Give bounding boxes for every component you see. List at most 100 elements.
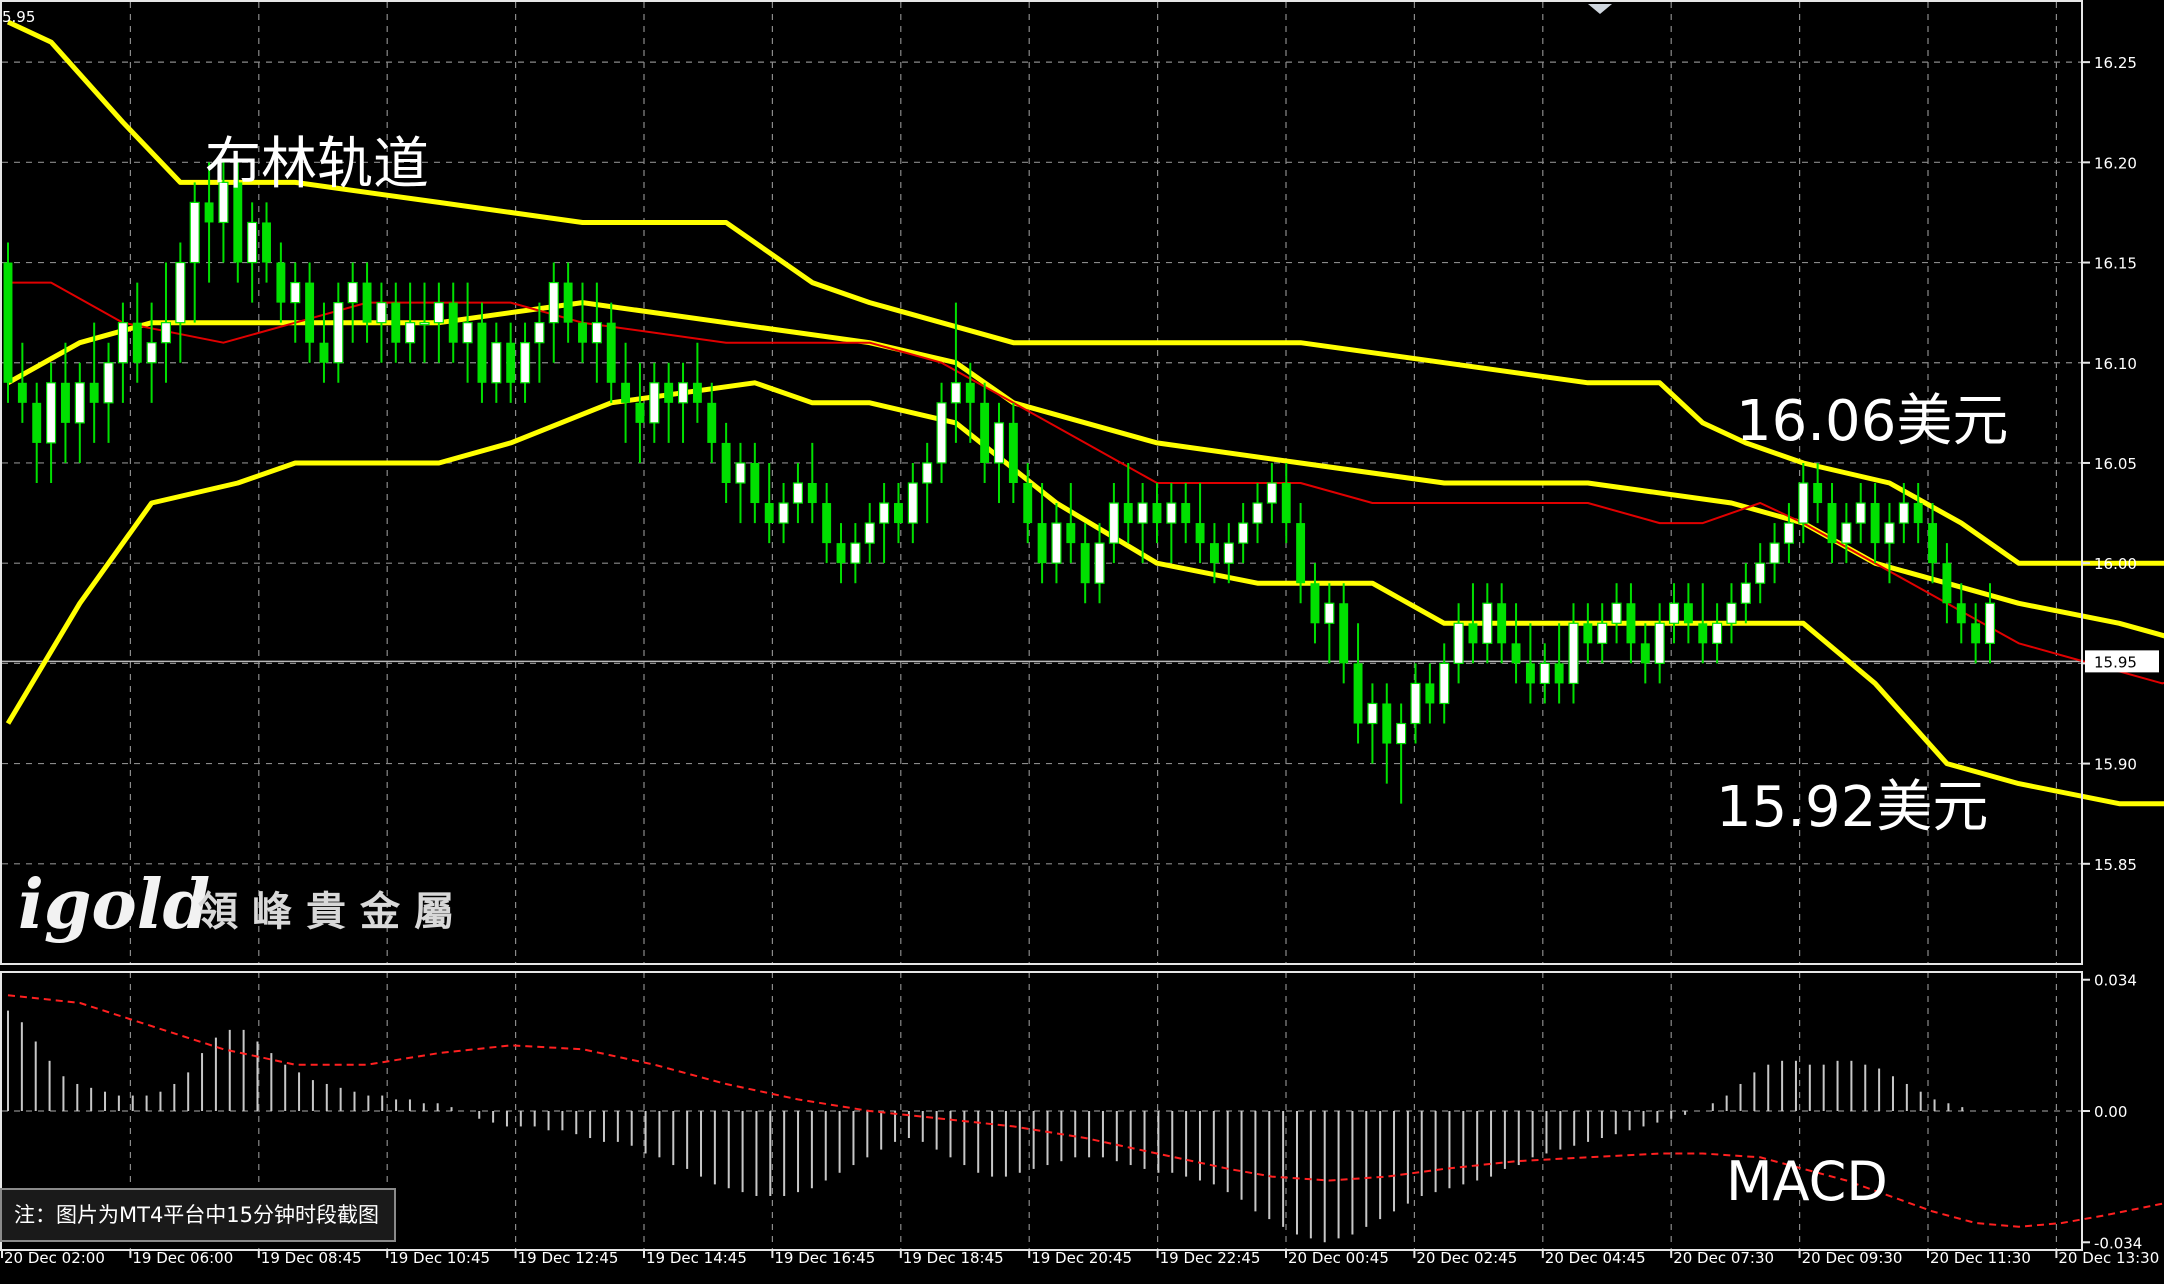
candle	[1525, 623, 1535, 704]
candle-body-bear	[621, 382, 631, 403]
candle-body-bull	[1439, 662, 1450, 705]
candle-body-bull	[290, 281, 301, 304]
price-tick-label: 16.00	[2094, 555, 2137, 573]
candle-body-bull	[649, 382, 660, 424]
candle-body-bear	[1339, 603, 1349, 664]
candle	[1410, 663, 1421, 744]
logo-cjk: 領峰貴金屬	[198, 889, 468, 935]
candle-body-bull	[1410, 682, 1421, 725]
candle	[1152, 483, 1162, 544]
candle-body-bull	[548, 281, 559, 324]
candle-body-bull	[778, 502, 789, 524]
candle-body-bear	[132, 322, 142, 363]
time-tick-label: 20 Dec 02:45	[1416, 1249, 1517, 1267]
candle	[1310, 563, 1320, 644]
candle-body-bull	[850, 542, 861, 564]
candle	[1712, 603, 1723, 664]
candle	[907, 462, 918, 544]
candle-body-bull	[189, 201, 200, 264]
candle	[1080, 523, 1090, 604]
candle	[922, 442, 933, 524]
candle	[405, 282, 416, 363]
candle-body-bear	[750, 462, 760, 504]
candle-body-bear	[89, 382, 99, 403]
candle-body-bear	[1468, 623, 1478, 644]
candle	[578, 282, 587, 363]
candle-body-bear	[664, 382, 674, 403]
candle-body-bull	[864, 522, 875, 544]
candle-body-bear	[1683, 603, 1693, 624]
time-axis: 20 Dec 02:00 19 Dec 06:00 19 Dec 08:45 19 D…	[1, 1249, 2159, 1267]
candle	[1367, 683, 1378, 764]
candle-body-bull	[1726, 602, 1737, 624]
time-tick-label: 19 Dec 18:45	[903, 1249, 1004, 1267]
current-price-tag-label: 15.95	[2094, 653, 2137, 671]
candle	[563, 262, 573, 343]
time-tick-label: 20 Dec 07:30	[1673, 1249, 1774, 1267]
candle-body-bull	[1611, 602, 1622, 624]
candle-body-bull	[1568, 622, 1579, 685]
logo-latin: igold	[18, 865, 210, 945]
candle	[1783, 503, 1794, 564]
candle	[1497, 583, 1507, 664]
candle-body-bear	[578, 322, 587, 343]
candle-body-bear	[692, 382, 702, 403]
candle-body-bull	[907, 482, 918, 524]
candle-body-bull	[1396, 722, 1407, 745]
candle-body-bull	[1898, 502, 1909, 524]
candle	[433, 282, 444, 363]
candle-body-bull	[1252, 502, 1263, 524]
candle	[519, 322, 531, 403]
candle	[117, 302, 128, 403]
candle	[822, 483, 832, 564]
candle	[692, 342, 702, 423]
candle	[419, 282, 430, 363]
candle-body-bear	[1913, 503, 1923, 524]
candle-body-bear	[1195, 523, 1205, 544]
candle-body-bull	[117, 322, 128, 364]
candle-body-bull	[936, 402, 947, 464]
candle-body-bear	[1425, 683, 1435, 704]
candle	[721, 422, 731, 504]
candle-body-bear	[1813, 483, 1823, 504]
price-tick-label: 16.10	[2094, 355, 2137, 373]
candle	[376, 282, 387, 363]
candle-body-bear	[1037, 523, 1047, 564]
candle-body-bull	[462, 322, 473, 344]
candle	[74, 362, 85, 463]
scroll-marker-icon[interactable]	[1588, 4, 1612, 14]
bollinger-label: 布林轨道	[205, 132, 429, 197]
candle-body-bull	[1841, 522, 1852, 544]
candle	[1037, 483, 1047, 584]
candle	[1683, 583, 1693, 644]
candle	[649, 362, 660, 443]
candle-body-bull	[922, 462, 933, 484]
candle-body-bear	[1123, 503, 1133, 524]
candle-body-bear	[980, 402, 990, 463]
macd-label: MACD	[1726, 1150, 1888, 1213]
time-tick-label: 20 Dec 04:45	[1545, 1249, 1646, 1267]
candle-body-bear	[606, 322, 616, 383]
candle	[1539, 643, 1550, 704]
time-tick-label: 19 Dec 12:45	[518, 1249, 619, 1267]
time-tick-label: 20 Dec 13:30	[2058, 1249, 2159, 1267]
candle	[850, 523, 861, 584]
candle-body-bear	[1497, 603, 1507, 644]
candle-body-bear	[1281, 483, 1291, 524]
candle	[1568, 603, 1579, 704]
candle-body-bull	[333, 302, 344, 364]
candle-body-bull	[1712, 622, 1723, 644]
candle	[1281, 462, 1291, 544]
candle	[60, 342, 70, 463]
candle-body-bear	[707, 402, 717, 443]
candle	[894, 483, 903, 544]
candle	[1841, 503, 1852, 564]
candle	[1554, 623, 1564, 704]
candle-body-bull	[1539, 662, 1550, 685]
candle	[146, 302, 157, 403]
time-tick-label: 20 Dec 02:00	[4, 1249, 105, 1267]
candle-body-bear	[1066, 523, 1076, 544]
candle	[1640, 623, 1650, 684]
candle	[189, 182, 200, 323]
candle	[677, 362, 689, 443]
